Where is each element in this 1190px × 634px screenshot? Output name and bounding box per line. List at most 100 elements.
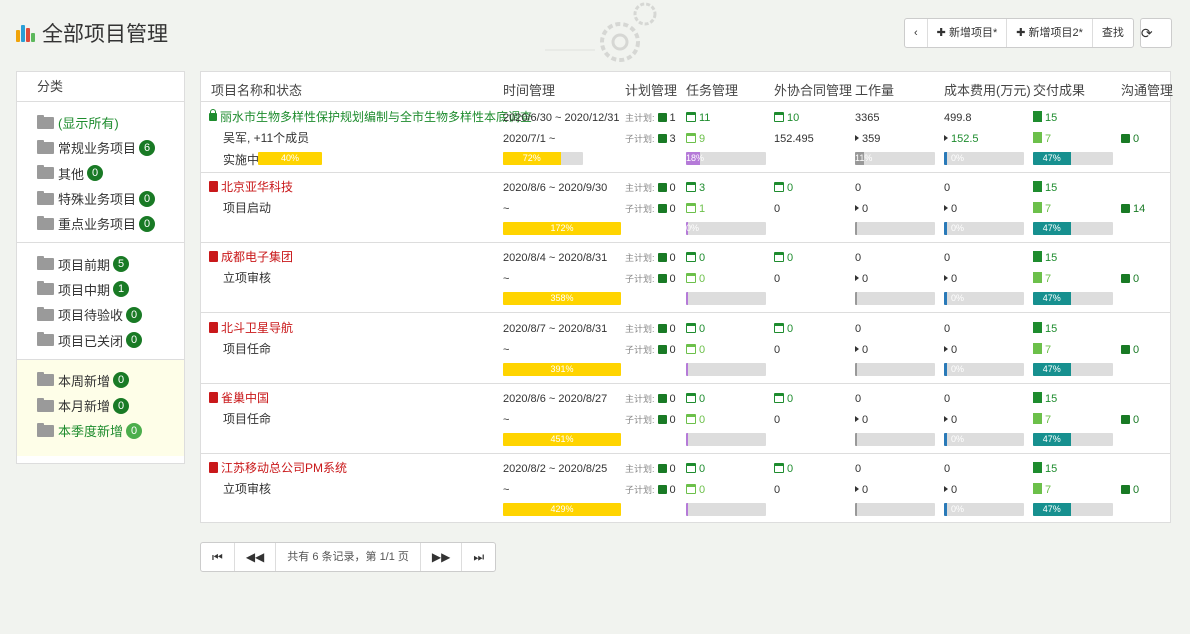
deliverables-done[interactable]: 7 [1033,132,1051,146]
contract-count[interactable]: 0 [774,251,793,265]
plan-sub[interactable]: 子计划: 0 [625,343,676,357]
deliverables-done[interactable]: 7 [1033,483,1051,497]
deliverables-total[interactable]: 15 [1033,251,1057,265]
refresh-button[interactable]: ⟳ [1139,18,1172,48]
task-total-count: 0 [699,392,706,405]
plan-main[interactable]: 主计划: 0 [625,322,676,336]
sidebar-item[interactable]: 常规业务项目 6 [37,135,184,160]
contract-count[interactable]: 10 [774,111,799,125]
deliverables-done[interactable]: 7 [1033,412,1051,427]
add-project2-button[interactable]: ✚ 新增项目2* [1007,19,1093,47]
task-done[interactable]: 0 [686,413,705,427]
col-workload[interactable]: 工作量 [855,80,894,99]
project-name-link[interactable]: 丽水市生物多样性保护规划编制与全市生物多样性本底调查 [209,109,532,124]
plan-sub[interactable]: 子计划: 3 [625,132,676,146]
project-name-link[interactable]: 北斗卫星导航 [209,321,293,335]
deliverables-total[interactable]: 15 [1033,462,1057,476]
communication-count[interactable]: 0 [1121,413,1139,427]
contract-count[interactable]: 0 [774,322,793,336]
folder-icon [37,306,54,321]
task-total[interactable]: 0 [686,462,705,476]
document-icon [209,321,218,333]
sidebar-item[interactable]: 重点业务项目 0 [37,211,184,236]
plan-main[interactable]: 主计划: 0 [625,392,676,406]
communication-count[interactable]: 0 [1121,272,1139,286]
task-total[interactable]: 3 [686,181,705,195]
col-task[interactable]: 任务管理 [686,80,738,99]
deliverables-done[interactable]: 7 [1033,272,1051,286]
task-done[interactable]: 9 [686,132,705,146]
task-total[interactable]: 0 [686,322,705,336]
plan-main[interactable]: 主计划: 0 [625,251,676,265]
col-communication[interactable]: 沟通管理 [1121,80,1173,99]
task-total[interactable]: 0 [686,392,705,406]
communication-count[interactable]: 0 [1121,132,1139,146]
next-page-button[interactable]: ▶▶ [421,543,463,571]
sidebar-item[interactable]: 本季度新增 0 [37,418,184,443]
communication-count[interactable]: 14 [1121,202,1145,216]
deliverables-progress-bar-fill: 47% [1033,222,1071,236]
task-total-count: 0 [699,252,706,265]
last-page-button[interactable]: ⏭ [462,543,495,571]
sidebar-item[interactable]: 本周新增 0 [37,368,184,393]
sidebar-item[interactable]: 本月新增 0 [37,393,184,418]
sidebar-item[interactable]: 特殊业务项目 0 [37,186,184,211]
project-name-link[interactable]: 雀巢中国 [209,391,269,405]
sidebar-item[interactable]: 其他 0 [37,161,184,186]
project-name: 成都电子集团 [221,250,294,265]
sidebar-item[interactable]: 项目已关闭 0 [37,327,184,352]
cost-budget: 0 [944,182,951,195]
add-project-button[interactable]: ✚ 新增项目* [928,19,1008,47]
plan-sub[interactable]: 子计划: 0 [625,413,676,427]
deliverables-total[interactable]: 15 [1033,181,1057,195]
col-project[interactable]: 项目名称和状态 [211,80,302,99]
communication-count[interactable]: 0 [1121,343,1139,357]
project-name-link[interactable]: 成都电子集团 [209,250,293,264]
plan-main[interactable]: 主计划: 0 [625,181,676,195]
sidebar-item[interactable]: 项目中期 1 [37,277,184,302]
workload-progress-bar-fill [855,222,858,236]
task-done[interactable]: 1 [686,202,705,216]
task-done[interactable]: 0 [686,343,705,357]
plan-sub[interactable]: 子计划: 0 [625,483,676,497]
deliverables-done[interactable]: 7 [1033,202,1051,216]
plan-main[interactable]: 主计划: 1 [625,111,676,125]
plan-sub[interactable]: 子计划: 0 [625,272,676,286]
search-button[interactable]: 查找 [1093,19,1133,47]
prev-button[interactable]: ‹ [905,19,928,47]
prev-page-button[interactable]: ◀◀ [235,543,277,571]
time-range: 2020/8/2 ~ 2020/8/25 [503,463,608,475]
col-cost[interactable]: 成本费用(万元) [944,80,1031,99]
col-time[interactable]: 时间管理 [503,80,555,99]
cost-progress-bar: 0% [944,362,1024,376]
sidebar-item[interactable]: 项目待验收 0 [37,302,184,327]
project-name-link[interactable]: 北京亚华科技 [209,180,293,194]
plan-sub[interactable]: 子计划: 0 [625,202,676,216]
communication-count[interactable]: 0 [1121,483,1139,497]
deliverables-done[interactable]: 7 [1033,342,1051,357]
first-page-button[interactable]: ⏮ [201,543,235,571]
contract-count[interactable]: 0 [774,462,793,476]
deliverables-total[interactable]: 15 [1033,321,1057,336]
task-progress-bar [686,362,766,376]
col-deliverables[interactable]: 交付成果 [1033,80,1085,99]
plan-main[interactable]: 主计划: 0 [625,462,676,476]
contract-count[interactable]: 0 [774,392,793,406]
contract-count[interactable]: 0 [774,181,793,195]
col-contract[interactable]: 外协合同管理 [774,80,852,99]
task-total[interactable]: 11 [686,111,710,125]
col-plan[interactable]: 计划管理 [625,80,677,99]
task-total[interactable]: 0 [686,251,705,265]
note-icon [657,485,667,494]
task-done[interactable]: 0 [686,272,705,286]
folder-icon [37,190,54,205]
deliverables-total[interactable]: 15 [1033,111,1057,125]
task-progress-bar: 0% [686,222,766,236]
sidebar-item[interactable]: (显示所有) [37,110,184,135]
word-doc-icon [1033,202,1042,214]
deliverables-total[interactable]: 15 [1033,391,1057,406]
task-done[interactable]: 0 [686,483,705,497]
project-name-link[interactable]: 江苏移动总公司PM系统 [209,461,347,475]
sidebar-item[interactable]: 项目前期 5 [37,251,184,276]
page-info: 共有 6 条记录，第 1/1 页 [276,543,421,571]
